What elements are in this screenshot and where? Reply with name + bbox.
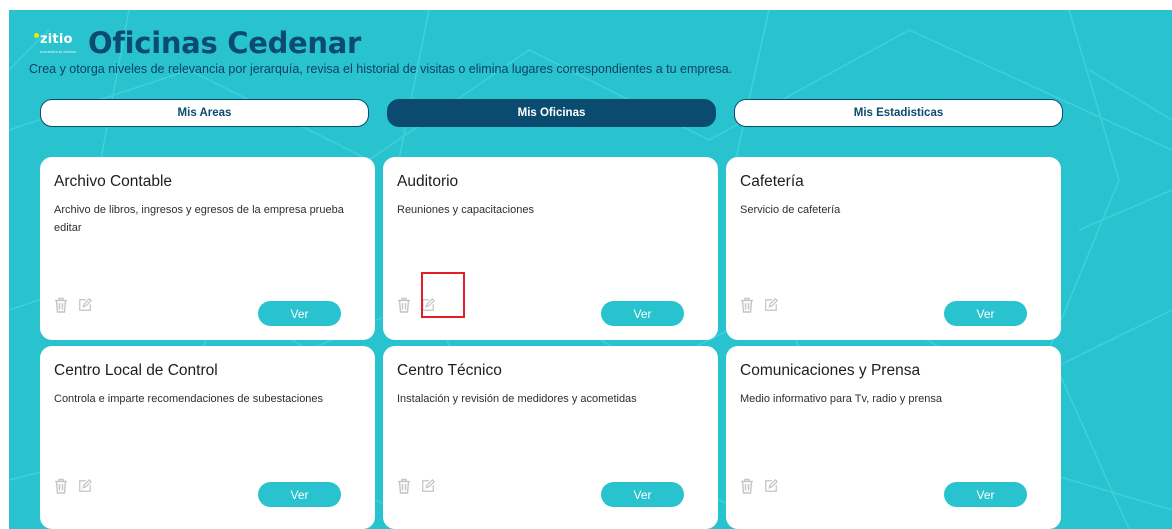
tab-mis-areas[interactable]: Mis Areas [40, 99, 369, 127]
trash-icon[interactable] [54, 297, 68, 313]
card-actions [740, 297, 778, 313]
card-actions [740, 478, 778, 494]
card-title: Centro Local de Control [54, 362, 218, 379]
edit-icon[interactable] [78, 478, 92, 494]
logo-text: zitio [40, 32, 73, 47]
page: zitio encuentra tu destino Oficinas Cede… [0, 0, 1172, 529]
card-title: Cafetería [740, 173, 804, 190]
trash-icon[interactable] [54, 478, 68, 494]
logo-dot [34, 33, 39, 38]
edit-icon[interactable] [764, 478, 778, 494]
zitio-logo: zitio encuentra tu destino [34, 32, 84, 56]
ver-button[interactable]: Ver [944, 301, 1027, 326]
office-card: Centro Local de Control Controla e impar… [40, 346, 375, 529]
highlight-box [421, 272, 465, 318]
office-card: Comunicaciones y Prensa Medio informativ… [726, 346, 1061, 529]
ver-button[interactable]: Ver [601, 482, 684, 507]
edit-icon[interactable] [78, 297, 92, 313]
card-description: Instalación y revisión de medidores y ac… [397, 393, 637, 405]
office-card: Centro Técnico Instalación y revisión de… [383, 346, 718, 529]
card-description: Archivo de libros, ingresos y egresos de… [54, 204, 344, 234]
card-title: Centro Técnico [397, 362, 502, 379]
card-actions [54, 478, 92, 494]
card-description: Reuniones y capacitaciones [397, 204, 534, 216]
page-title: Oficinas Cedenar [88, 26, 362, 60]
trash-icon[interactable] [397, 297, 411, 313]
edit-icon[interactable] [764, 297, 778, 313]
top-strip [0, 0, 1172, 10]
card-description: Servicio de cafetería [740, 204, 841, 216]
card-title: Archivo Contable [54, 173, 173, 190]
trash-icon[interactable] [397, 478, 411, 494]
ver-button[interactable]: Ver [258, 482, 341, 507]
card-title: Comunicaciones y Prensa [740, 362, 921, 379]
trash-icon[interactable] [740, 297, 754, 313]
trash-icon[interactable] [740, 478, 754, 494]
ver-button[interactable]: Ver [258, 301, 341, 326]
logo-tagline: encuentra tu destino [40, 49, 77, 54]
ver-button[interactable]: Ver [944, 482, 1027, 507]
card-description: Controla e imparte recomendaciones de su… [54, 393, 324, 405]
page-subtitle: Crea y otorga niveles de relevancia por … [29, 62, 733, 76]
card-actions [54, 297, 92, 313]
office-card: Archivo Contable Archivo de libros, ingr… [40, 157, 375, 340]
ver-button[interactable]: Ver [601, 301, 684, 326]
edit-icon[interactable] [421, 478, 435, 494]
tab-mis-estadisticas[interactable]: Mis Estadisticas [734, 99, 1063, 127]
tab-mis-oficinas[interactable]: Mis Oficinas [387, 99, 716, 127]
card-description: Medio informativo para Tv, radio y prens… [740, 393, 942, 405]
card-title: Auditorio [397, 173, 459, 190]
card-actions [397, 478, 435, 494]
office-card: Cafetería Servicio de cafetería Ver [726, 157, 1061, 340]
